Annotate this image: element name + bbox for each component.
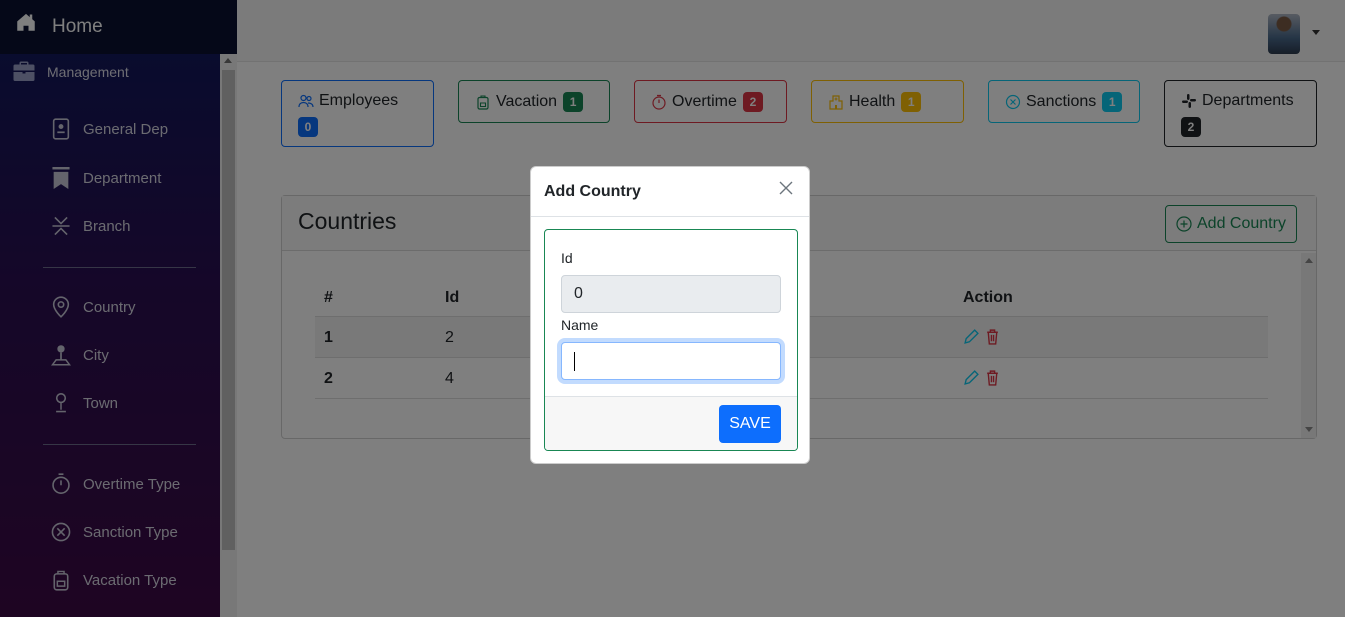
save-button[interactable]: SAVE	[719, 405, 781, 443]
modal-title: Add Country	[544, 183, 641, 200]
modal-footer: SAVE	[545, 396, 797, 450]
id-label: Id	[561, 250, 573, 266]
name-label: Name	[561, 317, 599, 333]
modal-header: Add Country	[531, 167, 809, 217]
add-country-modal: Add Country Id 0 Name SAVE	[530, 166, 810, 464]
country-form: Id 0 Name SAVE	[544, 229, 798, 451]
id-field: 0	[561, 275, 781, 313]
name-field[interactable]	[561, 342, 781, 380]
close-icon[interactable]	[778, 180, 794, 196]
text-cursor	[574, 352, 575, 371]
